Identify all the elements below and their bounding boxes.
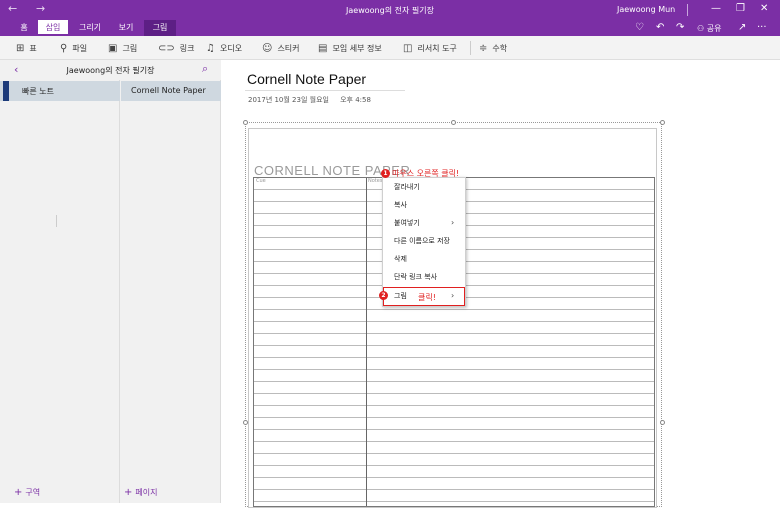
insert-picture-button[interactable]: ▣ 그림 xyxy=(108,41,137,55)
insert-audio-button[interactable]: ♫ 오디오 xyxy=(206,41,242,55)
researcher-label: 리서치 도구 xyxy=(417,43,457,53)
plus-icon: + xyxy=(14,487,23,498)
page-date-value: 2017년 10월 23일 월요일 xyxy=(248,96,329,104)
step-1-badge: 1 xyxy=(381,169,390,178)
tab-picture[interactable]: 그림 xyxy=(144,20,176,36)
resize-handle[interactable] xyxy=(660,420,665,425)
ribbon-divider xyxy=(470,41,471,55)
user-name[interactable]: Jaewoong Mun xyxy=(617,5,675,14)
math-label: 수학 xyxy=(492,43,508,53)
step-2-badge: 2 xyxy=(379,291,388,300)
menu-item-save-as[interactable]: 다른 이름으로 저장 xyxy=(394,236,450,246)
menu-item-copy[interactable]: 복사 xyxy=(394,200,407,210)
notebook-name[interactable]: Jaewoong의 전자 필기장 xyxy=(0,65,221,76)
add-section-button[interactable]: + 구역 xyxy=(14,487,40,498)
cue-column-divider xyxy=(366,178,367,506)
link-icon: ⊂⊃ xyxy=(158,42,175,54)
insert-table-label: 표 xyxy=(29,43,37,53)
resize-handle[interactable] xyxy=(451,120,456,125)
notebook-header: ‹ Jaewoong의 전자 필기장 ⌕ xyxy=(0,60,221,80)
expand-icon[interactable]: ↗ xyxy=(738,22,746,33)
calendar-icon: ▤ xyxy=(318,42,328,54)
cue-column-label: Cue xyxy=(256,178,266,184)
restore-icon[interactable]: ❐ xyxy=(736,3,745,14)
person-icon: ⚇ xyxy=(697,24,705,33)
add-section-label: 구역 xyxy=(25,488,41,497)
undo-icon[interactable]: ↶ xyxy=(656,22,664,33)
search-icon[interactable]: ⌕ xyxy=(202,62,208,76)
add-page-button[interactable]: + 페이지 xyxy=(124,487,157,498)
math-icon: ≑ xyxy=(479,42,488,54)
menu-item-cut[interactable]: 잘라내기 xyxy=(394,182,420,192)
section-color-tab xyxy=(3,81,9,101)
title-underline xyxy=(245,90,405,91)
tab-insert[interactable]: 삽입 xyxy=(38,20,68,36)
section-item-quick-notes[interactable]: 빠른 노트 xyxy=(0,81,120,101)
meeting-details-label: 모임 세부 정보 xyxy=(332,43,382,53)
tab-draw[interactable]: 그리기 xyxy=(72,20,108,36)
section-label: 빠른 노트 xyxy=(22,87,54,96)
tab-view[interactable]: 보기 xyxy=(112,20,140,36)
insert-link-label: 링크 xyxy=(179,43,195,53)
pages-pane xyxy=(120,60,221,503)
insert-ribbon: ⊞ 표 ⚲ 파일 ▣ 그림 ⊂⊃ 링크 ♫ 오디오 ☺ 스티커 ▤ 모임 세부 … xyxy=(0,36,780,60)
researcher-icon: ◫ xyxy=(403,42,413,54)
insert-link-button[interactable]: ⊂⊃ 링크 xyxy=(158,41,195,55)
share-button[interactable]: ⚇ 공유 xyxy=(697,23,721,34)
ribbon-tabs: 홈 삽입 그리기 보기 그림 ♡ ↶ ↷ ⚇ 공유 ↗ ··· xyxy=(0,20,780,36)
notes-column-label: Notes xyxy=(368,178,383,184)
redo-icon[interactable]: ↷ xyxy=(676,22,684,33)
minimize-icon[interactable]: — xyxy=(711,3,721,14)
close-icon[interactable]: ✕ xyxy=(760,3,768,14)
add-page-label: 페이지 xyxy=(135,488,158,497)
annotation-right-click: 마우스 오른쪽 클릭! xyxy=(392,169,460,178)
page-item-cornell[interactable]: Cornell Note Paper xyxy=(121,81,221,101)
insert-sticker-label: 스티커 xyxy=(277,43,300,53)
page-date: 2017년 10월 23일 월요일 오후 4:58 xyxy=(248,95,371,105)
insert-sticker-button[interactable]: ☺ 스티커 xyxy=(262,41,300,55)
insert-audio-label: 오디오 xyxy=(219,43,243,53)
resize-handle[interactable] xyxy=(660,120,665,125)
tab-home[interactable]: 홈 xyxy=(14,20,34,36)
insert-file-button[interactable]: ⚲ 파일 xyxy=(60,41,87,55)
menu-item-paste[interactable]: 붙여넣기 xyxy=(394,218,420,228)
share-label: 공유 xyxy=(706,24,722,33)
menu-item-delete[interactable]: 삭제 xyxy=(394,254,407,264)
sections-pane xyxy=(0,60,120,503)
paperclip-icon: ⚲ xyxy=(60,42,68,54)
title-bar: ← → Jaewoong의 전자 필기장 Jaewoong Mun — ❐ ✕ xyxy=(0,0,780,20)
page-time-value: 오후 4:58 xyxy=(340,96,371,104)
smiley-icon: ☺ xyxy=(262,42,273,54)
page-item-label: Cornell Note Paper xyxy=(131,86,206,95)
chevron-right-icon: › xyxy=(451,218,455,227)
titlebar-separator xyxy=(687,4,688,16)
picture-icon: ▣ xyxy=(108,42,118,54)
plus-icon: + xyxy=(124,487,133,498)
microphone-icon: ♫ xyxy=(206,42,215,54)
menu-item-copy-paragraph-link[interactable]: 단락 링크 복사 xyxy=(394,272,437,282)
paste-options-divider xyxy=(56,215,57,227)
math-button[interactable]: ≑ 수학 xyxy=(479,41,507,55)
table-icon: ⊞ xyxy=(16,42,25,54)
page-title[interactable]: Cornell Note Paper xyxy=(247,71,366,87)
researcher-button[interactable]: ◫ 리서치 도구 xyxy=(403,41,457,55)
insert-file-label: 파일 xyxy=(72,43,88,53)
meeting-details-button[interactable]: ▤ 모임 세부 정보 xyxy=(318,41,382,55)
lightbulb-icon[interactable]: ♡ xyxy=(635,22,644,33)
insert-picture-label: 그림 xyxy=(122,43,138,53)
more-icon[interactable]: ··· xyxy=(757,22,767,33)
resize-handle[interactable] xyxy=(243,120,248,125)
insert-table-button[interactable]: ⊞ 표 xyxy=(16,41,37,55)
annotation-click: 클릭! xyxy=(418,293,436,302)
